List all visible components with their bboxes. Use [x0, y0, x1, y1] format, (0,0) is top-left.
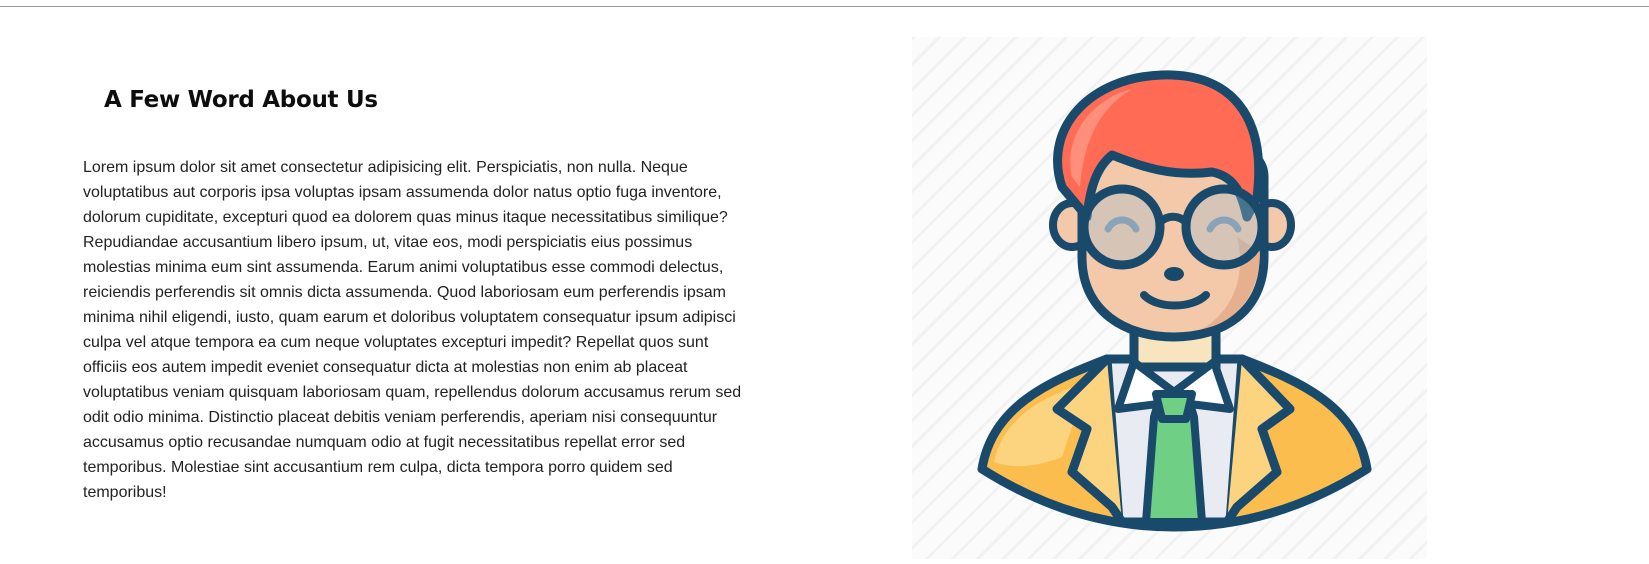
illustration-panel — [912, 37, 1427, 559]
section-heading: A Few Word About Us — [104, 87, 378, 113]
businessman-avatar-icon — [977, 70, 1372, 532]
section-body-text: Lorem ipsum dolor sit amet consectetur a… — [83, 159, 742, 501]
nose — [1164, 267, 1184, 281]
about-section: A Few Word About Us Lorem ipsum dolor si… — [0, 7, 1649, 564]
left-glasses-lens — [1079, 184, 1165, 270]
tie-knot — [1152, 390, 1196, 423]
right-glasses-lens — [1181, 184, 1267, 270]
